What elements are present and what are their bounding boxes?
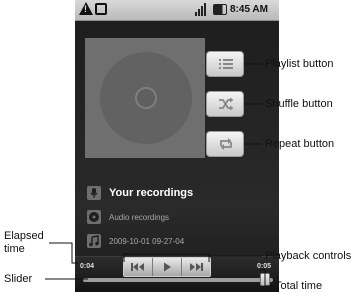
callout-elapsed-line1: Elapsed bbox=[4, 230, 44, 242]
callout-slider: Slider bbox=[4, 273, 33, 285]
callout-playlist: Playlist button bbox=[265, 58, 334, 70]
callout-elapsed-line2: time bbox=[4, 243, 25, 255]
callout-shuffle: Shuffle button bbox=[265, 98, 333, 110]
callout-repeat: Repeat button bbox=[265, 138, 335, 150]
callout-total-time: Total time bbox=[275, 280, 323, 292]
callout-playback-controls: Playback controls bbox=[265, 250, 352, 262]
